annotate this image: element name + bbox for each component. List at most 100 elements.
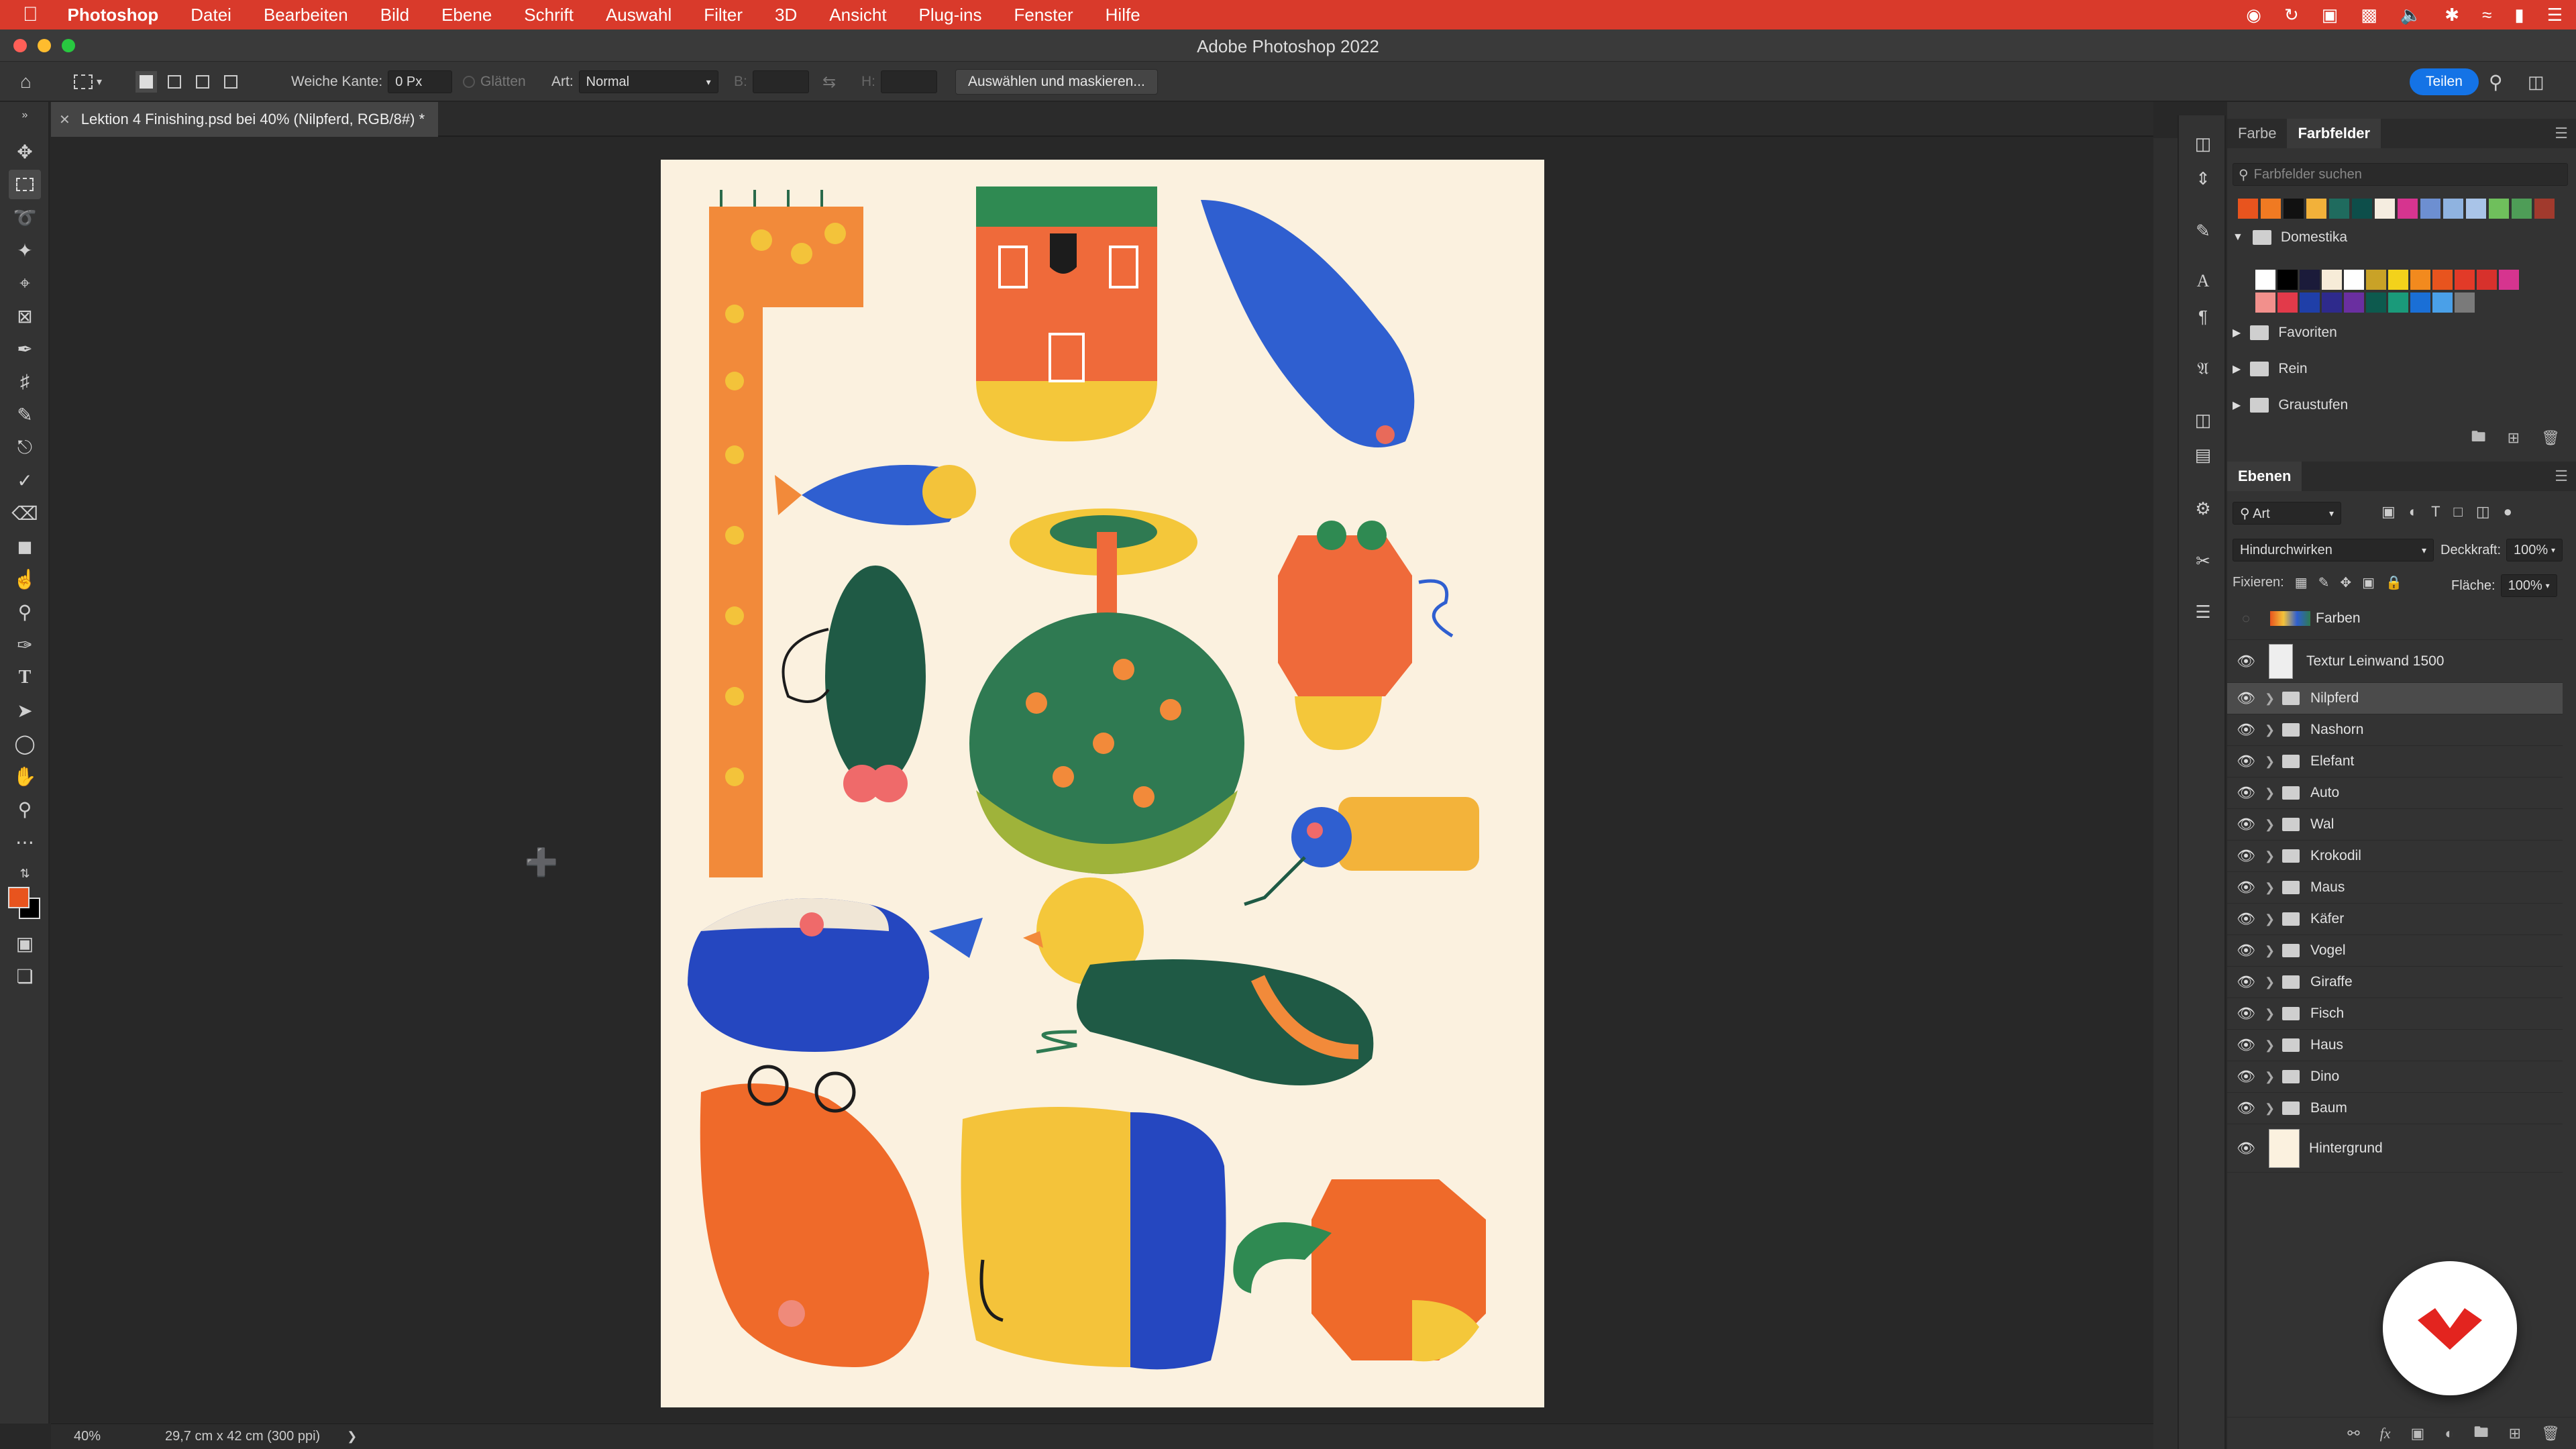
pixel-filter-icon[interactable]: ▣	[2381, 503, 2396, 521]
color-swatch[interactable]	[2352, 199, 2372, 219]
color-swatch[interactable]	[2300, 270, 2320, 290]
creative-cloud-icon[interactable]: ◉	[2246, 5, 2261, 25]
color-swatch[interactable]	[2455, 292, 2475, 313]
apple-icon[interactable]: 	[0, 3, 52, 26]
swap-dimensions-icon[interactable]: ⇆	[822, 68, 836, 95]
menu-item-ansicht[interactable]: Ansicht	[813, 5, 902, 25]
history-brush-tool-icon[interactable]: ✓	[9, 466, 41, 495]
intersect-selection-icon[interactable]	[224, 75, 237, 89]
eye-icon[interactable]: 👁	[2227, 1036, 2265, 1054]
layer-row[interactable]: 👁 ❯ Baum	[2227, 1093, 2563, 1124]
smudge-tool-icon[interactable]: ☝	[9, 564, 41, 594]
color-swatch[interactable]	[2410, 292, 2430, 313]
color-swatch[interactable]	[2388, 292, 2408, 313]
lasso-tool-icon[interactable]: ➰	[9, 203, 41, 232]
color-swatch[interactable]	[2499, 270, 2519, 290]
menu-item-bild[interactable]: Bild	[364, 5, 425, 25]
tab-color[interactable]: Farbe	[2227, 119, 2287, 148]
swatch-group-favoriten[interactable]: ▶ Favoriten	[2233, 318, 2568, 347]
magic-wand-tool-icon[interactable]: ✦	[9, 235, 41, 265]
path-selection-tool-icon[interactable]: ➤	[9, 696, 41, 725]
adjustment-layer-icon[interactable]: ◐	[2445, 1425, 2453, 1442]
color-swatch[interactable]	[2300, 292, 2320, 313]
eye-icon[interactable]: 👁	[2227, 973, 2265, 991]
search-icon[interactable]: ⚲	[2489, 68, 2503, 95]
color-swatch[interactable]	[2375, 199, 2395, 219]
clone-stamp-tool-icon[interactable]: ⎋	[9, 433, 41, 462]
layer-filter-select[interactable]: ⚲ Art ▾	[2233, 502, 2341, 526]
width-input[interactable]	[752, 70, 809, 93]
height-input[interactable]	[881, 70, 937, 93]
layer-row[interactable]: ○ Farben	[2227, 597, 2563, 640]
type-filter-icon[interactable]: T	[2431, 503, 2440, 521]
menu-item-plugins[interactable]: Plug-ins	[903, 5, 998, 25]
color-swatch[interactable]	[2398, 199, 2418, 219]
chevron-right-icon[interactable]: ❯	[2265, 975, 2278, 989]
new-selection-icon[interactable]	[136, 71, 157, 93]
tab-layers[interactable]: Ebenen	[2227, 462, 2302, 491]
color-swatch[interactable]	[2255, 292, 2275, 313]
color-swatch[interactable]	[2344, 292, 2364, 313]
chevron-right-icon[interactable]: ❯	[2265, 1007, 2278, 1021]
type-tool-icon[interactable]: T	[9, 663, 41, 692]
vertical-scrollbar[interactable]	[2153, 138, 2178, 1449]
trash-icon[interactable]: 🗑	[2541, 1425, 2560, 1442]
history-panel-icon[interactable]: ◫	[2187, 129, 2219, 158]
home-icon[interactable]: ⌂	[20, 68, 32, 95]
color-swatch[interactable]	[2261, 199, 2281, 219]
eye-icon[interactable]: 👁	[2227, 653, 2265, 670]
style-select[interactable]: Normal ▾	[578, 70, 718, 93]
character-panel-icon[interactable]: A	[2187, 266, 2219, 296]
eyedropper-tool-icon[interactable]: ✒	[9, 334, 41, 364]
color-swatch[interactable]	[2238, 199, 2258, 219]
wifi-icon[interactable]: ≈	[2482, 5, 2491, 25]
layer-row[interactable]: 👁 ❯ Dino	[2227, 1061, 2563, 1093]
zoom-tool-icon[interactable]: ⚲	[9, 794, 41, 824]
layer-row[interactable]: 👁 ❯ Auto	[2227, 777, 2563, 809]
close-icon[interactable]: ✕	[59, 111, 70, 128]
brush-tool-icon[interactable]: ✎	[9, 400, 41, 429]
default-colors-icon[interactable]: ⇅	[9, 859, 41, 888]
color-swatch[interactable]	[2512, 199, 2532, 219]
smart-object-filter-icon[interactable]: ◫	[2476, 503, 2490, 521]
eye-icon[interactable]: 👁	[2227, 847, 2265, 865]
layer-row[interactable]: 👁 ❯ Nashorn	[2227, 714, 2563, 746]
shape-filter-icon[interactable]: □	[2454, 503, 2463, 521]
add-selection-icon[interactable]	[168, 75, 181, 89]
panel-menu-icon[interactable]: ☰	[2555, 468, 2568, 485]
lock-artboard-icon[interactable]: ▣	[2362, 574, 2375, 591]
blend-mode-select[interactable]: Hindurchwirken ▾	[2233, 539, 2434, 561]
eye-icon[interactable]: 👁	[2227, 1068, 2265, 1085]
color-swatch[interactable]	[2420, 199, 2440, 219]
crop-tool-icon[interactable]: ⌖	[9, 268, 41, 298]
eye-icon[interactable]: 👁	[2227, 1005, 2265, 1022]
paragraph-panel-icon[interactable]: ¶	[2187, 302, 2219, 331]
color-swatch[interactable]	[2284, 199, 2304, 219]
bluetooth-icon[interactable]: ✱	[2445, 5, 2459, 25]
new-layer-icon[interactable]: ⊞	[2509, 1425, 2521, 1442]
rect-marquee-tool-icon[interactable]	[9, 170, 41, 199]
libraries-panel-icon[interactable]: ◫	[2187, 405, 2219, 435]
chevron-right-icon[interactable]: ❯	[2265, 1102, 2278, 1116]
color-swatch[interactable]	[2329, 199, 2349, 219]
chevron-right-icon[interactable]: ❯	[2265, 723, 2278, 737]
feather-input[interactable]: 0 Px	[388, 70, 453, 93]
color-swatch[interactable]	[2432, 270, 2453, 290]
eye-icon[interactable]: 👁	[2227, 690, 2265, 707]
app-badge-icon[interactable]: ▩	[2361, 5, 2377, 25]
eraser-tool-icon[interactable]: ⌫	[9, 498, 41, 528]
share-button[interactable]: Teilen	[2410, 68, 2479, 95]
sync-icon[interactable]: ↻	[2284, 5, 2299, 25]
chevron-right-icon[interactable]: ❯	[2265, 786, 2278, 800]
color-swatch[interactable]	[2432, 292, 2453, 313]
tools-presets-icon[interactable]: ✂	[2187, 546, 2219, 576]
color-swatch[interactable]	[2277, 270, 2298, 290]
dodge-tool-icon[interactable]: ⚲	[9, 597, 41, 627]
menu-item-ebene[interactable]: Ebene	[425, 5, 508, 25]
marquee-preset-picker[interactable]: ▾	[74, 68, 102, 95]
layer-row[interactable]: 👁 ❯ Käfer	[2227, 904, 2563, 935]
menu-item-datei[interactable]: Datei	[174, 5, 248, 25]
layer-row[interactable]: 👁 ❯ Krokodil	[2227, 841, 2563, 872]
fill-input[interactable]: 100% ▾	[2500, 574, 2557, 597]
trash-icon[interactable]: 🗑	[2541, 429, 2560, 447]
